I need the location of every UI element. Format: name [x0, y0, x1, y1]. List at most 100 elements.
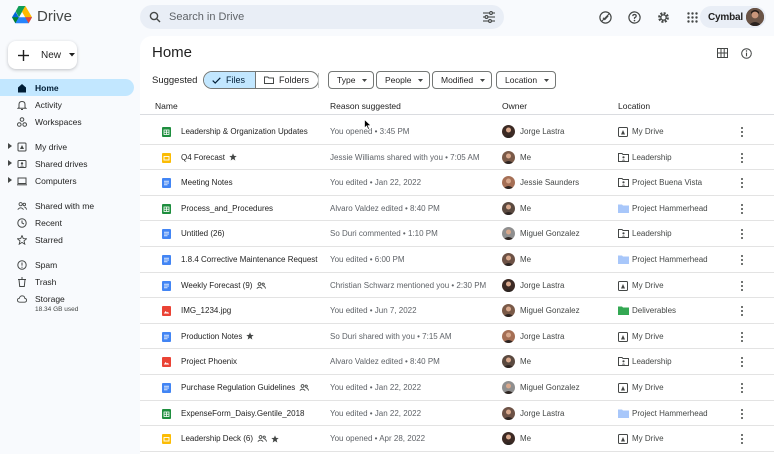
more-actions-icon[interactable]	[738, 254, 746, 266]
sidebar-item-my-drive[interactable]: My drive	[0, 138, 134, 155]
sidebar-item-shared-with-me[interactable]: Shared with me	[0, 197, 134, 214]
file-row[interactable]: ExpenseForm_Daisy.Gentile_2018 You edited…	[140, 401, 774, 427]
file-location[interactable]: Deliverables	[632, 306, 676, 315]
search-icon[interactable]	[149, 11, 161, 23]
file-row[interactable]: Meeting Notes You edited • Jan 22, 2022 Je…	[140, 170, 774, 196]
more-actions-icon[interactable]	[738, 126, 746, 138]
expand-arrow-icon[interactable]	[8, 160, 12, 166]
file-name[interactable]: Meeting Notes	[181, 178, 233, 187]
drive-logo-icon[interactable]	[12, 6, 32, 26]
more-actions-icon[interactable]	[738, 356, 746, 368]
search-input[interactable]	[169, 11, 469, 23]
file-name[interactable]: Project Phoenix	[181, 357, 237, 366]
file-name-text: Weekly Forecast (9)	[181, 280, 253, 290]
info-icon[interactable]	[741, 48, 752, 59]
file-location[interactable]: My Drive	[632, 127, 664, 136]
file-name[interactable]: IMG_1234.jpg	[181, 306, 231, 315]
file-location[interactable]: My Drive	[632, 281, 664, 290]
more-actions-icon[interactable]	[738, 331, 746, 343]
file-location[interactable]: My Drive	[632, 332, 664, 341]
more-actions-icon[interactable]	[738, 305, 746, 317]
expand-arrow-icon[interactable]	[8, 177, 12, 183]
more-actions-icon[interactable]	[738, 280, 746, 292]
sidebar-item-starred[interactable]: Starred	[0, 231, 134, 248]
file-row[interactable]: Project Phoenix Alvaro Valdez edited • 8:…	[140, 349, 774, 375]
file-row[interactable]: Weekly Forecast (9) Christian Schwarz men…	[140, 273, 774, 299]
more-actions-icon[interactable]	[738, 152, 746, 164]
file-name[interactable]: Leadership & Organization Updates	[181, 127, 308, 136]
column-header-name[interactable]: Name	[155, 101, 178, 111]
file-list: Leadership & Organization Updates You ope…	[140, 119, 774, 452]
sidebar-item-computers[interactable]: Computers	[0, 172, 134, 189]
filter-label: Modified	[441, 75, 474, 85]
sidebar-item-trash[interactable]: Trash	[0, 273, 134, 290]
settings-icon[interactable]	[655, 9, 671, 25]
more-actions-icon[interactable]	[738, 433, 746, 445]
file-row[interactable]: Purchase Regulation Guidelines You edited…	[140, 375, 774, 401]
folders-toggle-button[interactable]: Folders	[256, 72, 318, 88]
file-location[interactable]: Project Buena Vista	[632, 178, 702, 187]
sidebar-item-home[interactable]: Home	[0, 79, 134, 96]
sidebar-item-shared-drives[interactable]: Shared drives	[0, 155, 134, 172]
sidebar-item-storage[interactable]: Storage	[0, 290, 134, 307]
file-name[interactable]: Purchase Regulation Guidelines	[181, 383, 310, 392]
file-row[interactable]: 1.8.4 Corrective Maintenance Request You …	[140, 247, 774, 273]
file-name[interactable]: Process_and_Procedures	[181, 204, 273, 213]
file-row[interactable]: Production Notes So Duri shared with you …	[140, 324, 774, 350]
apps-grid-icon[interactable]	[684, 9, 700, 25]
sidebar-item-recent[interactable]: Recent	[0, 214, 134, 231]
type-filter-chip[interactable]: Type	[328, 71, 375, 89]
grid-view-icon[interactable]	[717, 48, 728, 58]
sheets-file-icon	[162, 203, 171, 214]
app-name[interactable]: Drive	[37, 8, 72, 25]
file-location[interactable]: My Drive	[632, 434, 664, 443]
people-filter-chip[interactable]: People	[376, 71, 431, 89]
file-location[interactable]: Leadership	[632, 357, 672, 366]
more-actions-icon[interactable]	[738, 408, 746, 420]
file-name[interactable]: Q4 Forecast	[181, 153, 237, 162]
file-location[interactable]: Leadership	[632, 153, 672, 162]
more-actions-icon[interactable]	[738, 228, 746, 240]
file-row[interactable]: IMG_1234.jpg You edited • Jun 7, 2022 Migu…	[140, 298, 774, 324]
search-bar[interactable]	[140, 5, 504, 29]
folder-icon	[618, 255, 629, 264]
trash-icon	[17, 277, 27, 287]
file-name[interactable]: Production Notes	[181, 332, 255, 341]
file-row[interactable]: Untitled (26) So Duri commented • 1:10 PM…	[140, 221, 774, 247]
files-toggle-button[interactable]: Files	[204, 72, 256, 88]
more-actions-icon[interactable]	[738, 203, 746, 215]
owner-avatar	[502, 227, 515, 241]
file-name[interactable]: 1.8.4 Corrective Maintenance Request	[181, 255, 318, 264]
sidebar-item-activity[interactable]: Activity	[0, 96, 134, 113]
modified-filter-chip[interactable]: Modified	[432, 71, 493, 89]
file-location[interactable]: Project Hammerhead	[632, 255, 708, 264]
file-name[interactable]: Untitled (26)	[181, 229, 225, 238]
owner-avatar	[502, 252, 515, 266]
search-options-icon[interactable]	[483, 11, 495, 23]
files-folders-toggle[interactable]: Files Folders	[203, 71, 320, 89]
sidebar-item-spam[interactable]: Spam	[0, 256, 134, 273]
file-row[interactable]: Process_and_Procedures Alvaro Valdez edit…	[140, 196, 774, 222]
more-actions-icon[interactable]	[738, 177, 746, 189]
file-name[interactable]: Leadership Deck (6)	[181, 434, 279, 443]
file-location[interactable]: Leadership	[632, 229, 672, 238]
file-name[interactable]: ExpenseForm_Daisy.Gentile_2018	[181, 409, 304, 418]
account-avatar[interactable]	[746, 8, 764, 26]
file-row[interactable]: Leadership & Organization Updates You ope…	[140, 119, 774, 145]
help-icon[interactable]	[626, 9, 642, 25]
files-toggle-label: Files	[226, 75, 246, 85]
file-location[interactable]: Project Hammerhead	[632, 204, 708, 213]
offline-ready-icon[interactable]	[597, 9, 613, 25]
file-name[interactable]: Weekly Forecast (9)	[181, 280, 267, 290]
file-row[interactable]: Q4 Forecast Jessie Williams shared with y…	[140, 145, 774, 171]
file-location[interactable]: Project Hammerhead	[632, 409, 708, 418]
new-button[interactable]: New	[8, 41, 77, 69]
file-location[interactable]: My Drive	[632, 383, 664, 392]
sidebar-item-workspaces[interactable]: Workspaces	[0, 113, 134, 130]
more-actions-icon[interactable]	[738, 382, 746, 394]
reason-suggested: Jessie Williams shared with you • 7:05 A…	[330, 152, 480, 162]
file-row[interactable]: Leadership Deck (6) You opened • Apr 28, …	[140, 426, 774, 452]
location-filter-chip[interactable]: Location	[496, 71, 557, 89]
account-chip[interactable]: Cymbal	[700, 6, 766, 28]
expand-arrow-icon[interactable]	[8, 143, 12, 149]
